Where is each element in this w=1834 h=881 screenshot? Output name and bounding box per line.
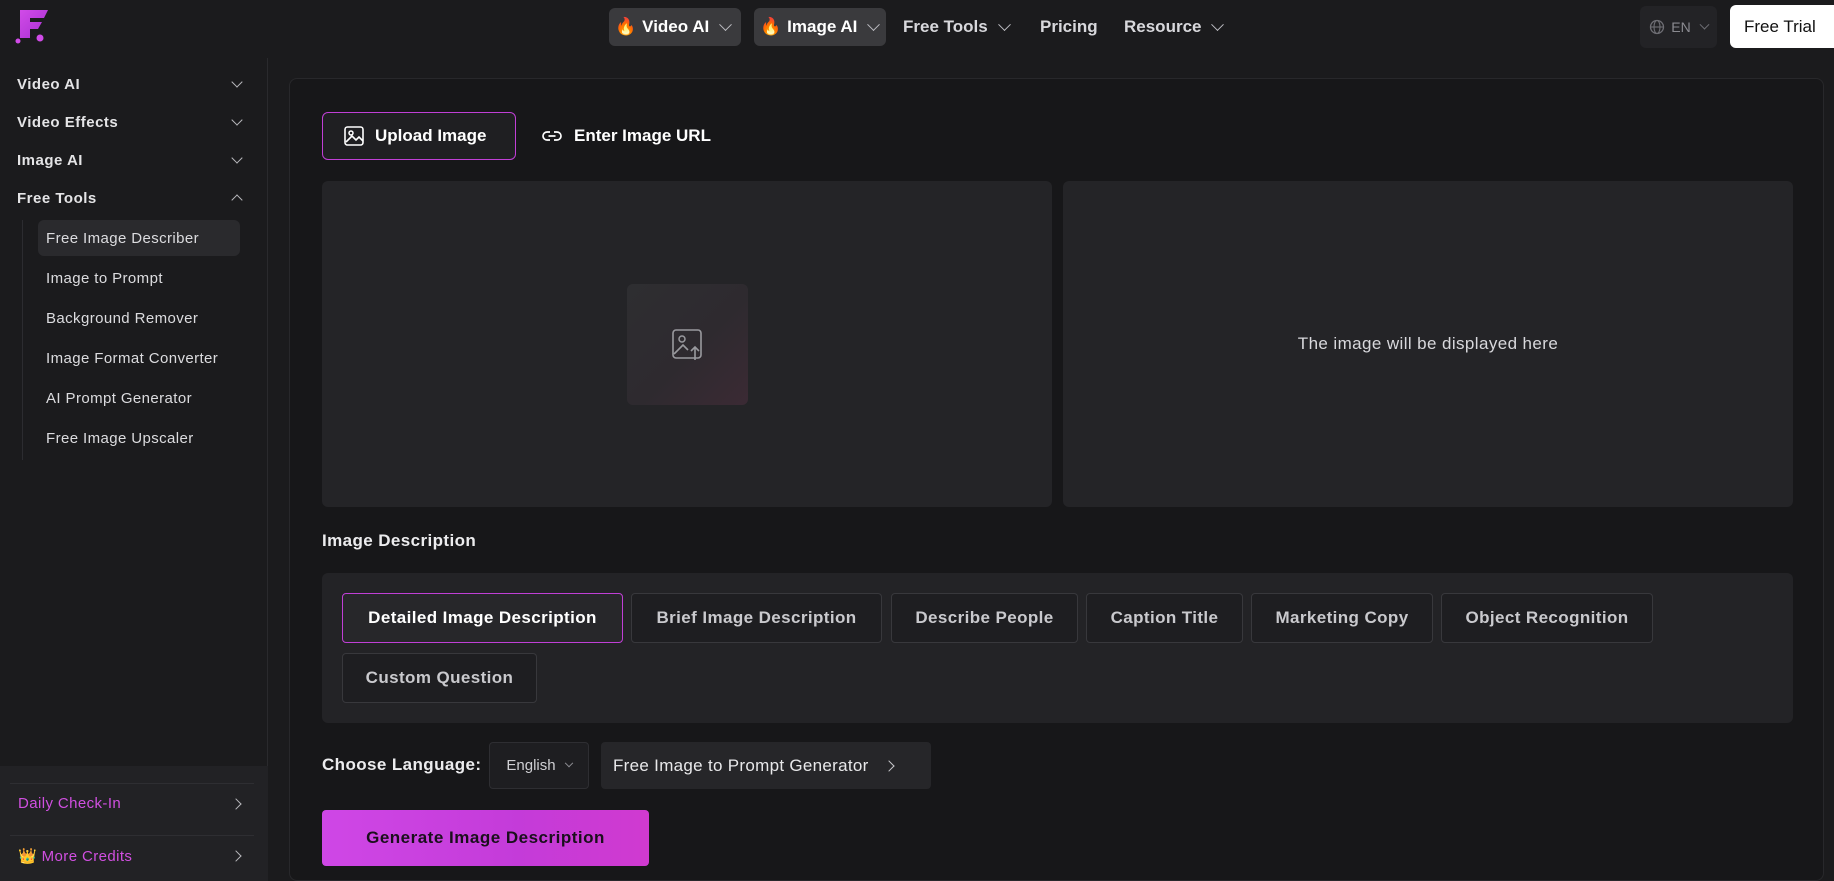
nav-free-tools[interactable]: Free Tools <box>897 8 1015 46</box>
nav-image-ai[interactable]: 🔥 Image AI <box>754 8 886 46</box>
sidebar-section-label: Free Tools <box>17 189 97 207</box>
sidebar-section-label: Video Effects <box>17 113 119 131</box>
preview-placeholder-text: The image will be displayed here <box>1297 334 1559 353</box>
sidebar-item-free-image-upscaler[interactable]: Free Image Upscaler <box>38 420 240 456</box>
sidebar-item-free-image-describer[interactable]: Free Image Describer <box>38 220 240 256</box>
sidebar-divider <box>22 220 23 460</box>
option-marketing-copy[interactable]: Marketing Copy <box>1251 593 1433 643</box>
chevron-down-icon <box>564 758 573 767</box>
globe-icon <box>1650 19 1665 35</box>
sidebar-item-background-remover[interactable]: Background Remover <box>38 300 240 336</box>
nav-video-ai-label: Video AI <box>642 17 710 36</box>
link-icon <box>542 131 562 141</box>
chevron-right-icon <box>882 759 895 772</box>
image-icon <box>344 126 364 146</box>
fire-icon: 🔥 <box>760 17 782 36</box>
nav-pricing[interactable]: Pricing <box>1034 8 1104 46</box>
option-caption-title[interactable]: Caption Title <box>1086 593 1243 643</box>
option-object-recognition[interactable]: Object Recognition <box>1441 593 1653 643</box>
image-upload-icon <box>671 328 702 360</box>
upload-dropzone[interactable] <box>322 181 1052 507</box>
generate-description-button[interactable]: Generate Image Description <box>322 810 649 866</box>
chevron-down-icon <box>719 17 733 31</box>
option-describe-people[interactable]: Describe People <box>891 593 1078 643</box>
nav-pricing-label: Pricing <box>1040 17 1098 36</box>
enter-image-url-tab[interactable]: Enter Image URL <box>520 112 731 160</box>
sidebar: Video AI Video Effects Image AI Free Too… <box>0 58 268 881</box>
language-select-value: English <box>506 757 556 774</box>
sidebar-section-image-ai[interactable]: Image AI <box>17 145 247 175</box>
nav-resource[interactable]: Resource <box>1118 8 1228 46</box>
top-bar: 🔥 Video AI 🔥 Image AI Free Tools Pricing… <box>0 0 1834 52</box>
chevron-down-icon <box>231 152 243 164</box>
chevron-down-icon <box>997 17 1011 31</box>
sidebar-item-image-to-prompt[interactable]: Image to Prompt <box>38 260 240 296</box>
nav-image-ai-label: Image AI <box>787 17 858 36</box>
sidebar-item-image-format-converter[interactable]: Image Format Converter <box>38 340 240 376</box>
chevron-down-icon <box>1699 19 1710 30</box>
prompt-generator-link-label: Free Image to Prompt Generator <box>613 755 869 775</box>
main-nav: 🔥 Video AI 🔥 Image AI Free Tools Pricing… <box>0 8 1834 46</box>
chevron-right-icon <box>230 797 242 810</box>
upload-image-tab-label: Upload Image <box>375 126 487 145</box>
sidebar-section-free-tools[interactable]: Free Tools <box>17 183 247 213</box>
option-detailed-image-description[interactable]: Detailed Image Description <box>342 593 623 643</box>
enter-image-url-tab-label: Enter Image URL <box>574 126 711 145</box>
nav-free-tools-label: Free Tools <box>903 17 988 36</box>
more-credits-label: More Credits <box>41 847 133 865</box>
chevron-down-icon <box>231 76 243 88</box>
crown-icon: 👑 <box>18 847 38 865</box>
sidebar-footer: Daily Check-In 👑 More Credits <box>0 766 268 881</box>
sidebar-section-label: Image AI <box>17 151 83 169</box>
choose-language-label: Choose Language: <box>322 755 482 774</box>
upload-image-tab[interactable]: Upload Image <box>322 112 516 160</box>
nav-resource-label: Resource <box>1124 17 1202 36</box>
chevron-down-icon <box>231 114 243 126</box>
daily-check-in-link[interactable]: Daily Check-In <box>10 783 254 823</box>
option-brief-image-description[interactable]: Brief Image Description <box>631 593 882 643</box>
sidebar-section-video-effects[interactable]: Video Effects <box>17 107 247 137</box>
nav-video-ai[interactable]: 🔥 Video AI <box>609 8 741 46</box>
language-label: EN <box>1671 19 1691 35</box>
sidebar-item-ai-prompt-generator[interactable]: AI Prompt Generator <box>38 380 240 416</box>
main-panel: Upload Image Enter Image URL The image w… <box>289 78 1824 881</box>
language-select[interactable]: English <box>489 742 589 789</box>
option-custom-question[interactable]: Custom Question <box>342 653 537 703</box>
chevron-down-icon <box>867 17 881 31</box>
description-options: Detailed Image Description Brief Image D… <box>322 573 1793 723</box>
prompt-generator-link[interactable]: Free Image to Prompt Generator <box>601 742 931 789</box>
chevron-up-icon <box>231 194 243 206</box>
chevron-down-icon <box>1211 17 1225 31</box>
image-description-heading: Image Description <box>322 531 477 550</box>
upload-tile[interactable] <box>627 284 748 405</box>
image-preview-area: The image will be displayed here <box>1063 181 1793 507</box>
more-credits-text: 👑 More Credits <box>18 847 132 865</box>
sidebar-section-label: Video AI <box>17 75 81 93</box>
daily-check-in-label: Daily Check-In <box>18 795 122 812</box>
free-trial-button[interactable]: Free Trial <box>1730 5 1834 48</box>
fire-icon: 🔥 <box>615 17 637 36</box>
more-credits-link[interactable]: 👑 More Credits <box>10 835 254 875</box>
chevron-right-icon <box>230 849 242 862</box>
sidebar-section-video-ai[interactable]: Video AI <box>17 69 247 99</box>
language-switcher[interactable]: EN <box>1640 6 1717 48</box>
